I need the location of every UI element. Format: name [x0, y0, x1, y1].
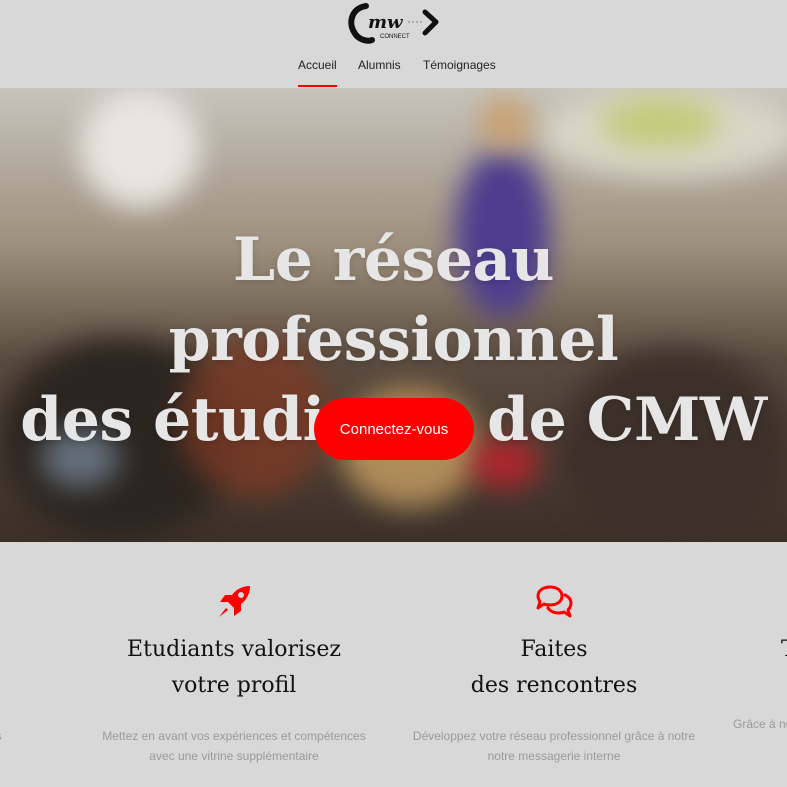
feature-title: T	[781, 632, 787, 668]
feature-desc-line: Grâce à no	[733, 717, 787, 731]
feature-title: Faites des rencontres	[404, 632, 704, 704]
main-nav: Accueil Alumnis Témoignages	[0, 56, 787, 88]
feature-title: Etudiants valorisez votre profil	[84, 632, 384, 704]
feature-card-valorisez-profil: Etudiants valorisez votre profil Mettez …	[84, 582, 384, 766]
feature-title-line: Faites	[520, 637, 588, 662]
connect-button[interactable]: Connectez-vous	[314, 398, 474, 460]
feature-description: Mettez en avant vos expériences et compé…	[84, 726, 384, 766]
chat-bubbles-icon	[536, 585, 573, 618]
hero-title-line-1: Le réseau professionnel	[168, 225, 619, 375]
feature-desc-line: avec une vitrine supplémentaire	[149, 749, 319, 763]
feature-title-line: votre profil	[171, 673, 297, 698]
rocket-icon	[219, 586, 250, 617]
feature-description: Grâce à no	[733, 714, 787, 734]
feature-card-rencontres: Faites des rencontres Développez votre r…	[404, 582, 704, 766]
logo-text: mw	[368, 12, 404, 33]
feature-title-line: Etudiants valorisez	[127, 637, 341, 662]
feature-title-line: des rencontres	[470, 673, 638, 698]
feature-desc-line: Développez votre réseau professionnel gr…	[412, 729, 696, 743]
cmw-connect-logo[interactable]: mw CONNECT	[346, 0, 442, 46]
features-section: z ts t à vos ent Etudiants valorisez vot…	[0, 542, 787, 787]
nav-item-alumnis[interactable]: Alumnis	[358, 58, 401, 86]
feature-desc-line: Mettez en avant vos expériences et compé…	[102, 729, 366, 743]
hero-section: Le réseau professionnel des étudiants de…	[0, 88, 787, 542]
feature-card: T	[781, 582, 787, 668]
logo-sub: CONNECT	[380, 34, 410, 40]
nav-item-accueil[interactable]: Accueil	[298, 58, 337, 87]
feature-desc-line: notre messagerie interne	[487, 749, 621, 763]
nav-item-temoignages[interactable]: Témoignages	[423, 58, 496, 86]
feature-description: Développez votre réseau professionnel gr…	[404, 726, 704, 766]
feature-title-line: T	[781, 632, 787, 668]
site-header: mw CONNECT Accueil Alumnis Témoignages	[0, 0, 787, 88]
